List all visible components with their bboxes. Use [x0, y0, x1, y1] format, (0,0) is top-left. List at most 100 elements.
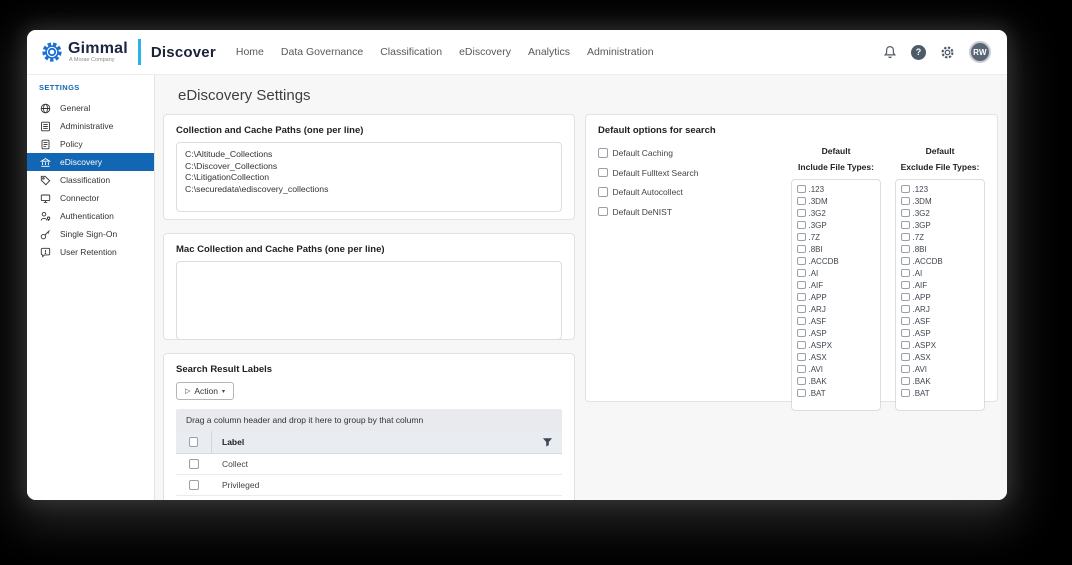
nav-item[interactable]: Analytics: [528, 46, 570, 58]
table-row[interactable]: Responsive: [176, 496, 562, 500]
file-type-checkbox[interactable]: [901, 377, 910, 386]
file-type-checkbox[interactable]: [797, 353, 806, 362]
file-type-checkbox[interactable]: [797, 209, 806, 218]
file-type-checkbox[interactable]: [901, 389, 910, 398]
nav-item[interactable]: Data Governance: [281, 46, 363, 58]
file-type-checkbox[interactable]: [901, 185, 910, 194]
file-type-checkbox[interactable]: [797, 365, 806, 374]
file-type-item: .ASPX: [896, 339, 984, 351]
mac-collection-paths-textarea[interactable]: [176, 261, 562, 340]
file-type-checkbox[interactable]: [901, 269, 910, 278]
include-file-types-list[interactable]: .123 .3DM: [791, 179, 881, 411]
file-type-checkbox[interactable]: [901, 305, 910, 314]
sidebar-item-authentication[interactable]: Authentication: [27, 207, 154, 225]
file-type-checkbox[interactable]: [797, 389, 806, 398]
sidebar-item-single-sign-on[interactable]: Single Sign-On: [27, 225, 154, 243]
nav-item[interactable]: Classification: [380, 46, 442, 58]
notifications-bell-icon[interactable]: [883, 45, 897, 60]
file-type-checkbox[interactable]: [901, 197, 910, 206]
globe-icon: [40, 103, 51, 114]
default-option-checkbox[interactable]: [598, 187, 608, 197]
file-type-item: .3GP: [896, 219, 984, 231]
row-checkbox[interactable]: [189, 480, 199, 490]
nav-item[interactable]: Home: [236, 46, 264, 58]
file-type-checkbox[interactable]: [797, 269, 806, 278]
file-type-checkbox[interactable]: [901, 293, 910, 302]
table-row[interactable]: Collect: [176, 454, 562, 475]
file-type-checkbox[interactable]: [901, 353, 910, 362]
file-type-checkbox[interactable]: [901, 233, 910, 242]
file-type-checkbox[interactable]: [901, 221, 910, 230]
filter-funnel-icon[interactable]: [542, 437, 553, 448]
sidebar-item-label: eDiscovery: [60, 157, 102, 167]
file-type-label: .7Z: [913, 233, 925, 242]
exclude-file-types-list[interactable]: .123 .3DM: [895, 179, 985, 411]
sidebar-item-label: Classification: [60, 175, 110, 185]
file-type-item: .ASP: [792, 327, 880, 339]
file-type-checkbox[interactable]: [797, 341, 806, 350]
product-name: Discover: [151, 44, 216, 61]
file-type-checkbox[interactable]: [797, 197, 806, 206]
brand-separator: [138, 39, 141, 65]
file-type-checkbox[interactable]: [901, 317, 910, 326]
default-option-row: Default Fulltext Search: [598, 168, 791, 178]
file-type-item: .3DM: [792, 195, 880, 207]
sidebar-item-administrative[interactable]: Administrative: [27, 117, 154, 135]
file-type-item: .8BI: [792, 243, 880, 255]
file-type-checkbox[interactable]: [797, 185, 806, 194]
table-row[interactable]: Privileged: [176, 475, 562, 496]
file-type-checkbox[interactable]: [797, 329, 806, 338]
help-icon[interactable]: ?: [911, 45, 926, 60]
file-type-item: .ASF: [792, 315, 880, 327]
select-all-checkbox[interactable]: [189, 437, 199, 447]
file-type-label: .ASPX: [913, 341, 937, 350]
row-checkbox[interactable]: [189, 459, 199, 469]
document-icon: [40, 139, 51, 150]
file-type-checkbox[interactable]: [901, 281, 910, 290]
file-type-checkbox[interactable]: [797, 305, 806, 314]
sidebar-item-policy[interactable]: Policy: [27, 135, 154, 153]
label-column-header: Label: [212, 437, 542, 447]
default-option-checkbox[interactable]: [598, 148, 608, 158]
sidebar-item-general[interactable]: General: [27, 99, 154, 117]
collection-paths-textarea[interactable]: C:\Altitude_Collections C:\Discover_Coll…: [176, 142, 562, 212]
file-type-label: .ASF: [809, 317, 827, 326]
default-option-checkbox[interactable]: [598, 168, 608, 178]
sidebar-item-user-retention[interactable]: User Retention: [27, 243, 154, 261]
file-type-checkbox[interactable]: [901, 257, 910, 266]
file-type-label: .BAT: [913, 389, 930, 398]
file-type-label: .APP: [913, 293, 931, 302]
file-type-checkbox[interactable]: [797, 377, 806, 386]
main-content: eDiscovery Settings Collection and Cache…: [155, 75, 1007, 500]
search-result-labels-title: Search Result Labels: [176, 364, 562, 375]
file-type-checkbox[interactable]: [797, 233, 806, 242]
file-type-checkbox[interactable]: [901, 365, 910, 374]
file-type-item: .ASF: [896, 315, 984, 327]
sidebar-item-ediscovery[interactable]: eDiscovery: [27, 153, 154, 171]
file-type-checkbox[interactable]: [797, 245, 806, 254]
nav-item[interactable]: Administration: [587, 46, 654, 58]
sidebar-item-connector[interactable]: Connector: [27, 189, 154, 207]
file-type-checkbox[interactable]: [901, 341, 910, 350]
brand-logo: Gimmal A Morae Company Discover: [41, 39, 216, 65]
file-type-checkbox[interactable]: [797, 281, 806, 290]
file-type-item: .AVI: [896, 363, 984, 375]
nav-item[interactable]: eDiscovery: [459, 46, 511, 58]
file-type-checkbox[interactable]: [797, 317, 806, 326]
file-type-checkbox[interactable]: [901, 245, 910, 254]
file-type-checkbox[interactable]: [901, 329, 910, 338]
action-button[interactable]: ▷ Action ▾: [176, 382, 234, 400]
file-type-label: .3GP: [809, 221, 827, 230]
group-drop-zone[interactable]: Drag a column header and drop it here to…: [176, 409, 562, 431]
exclude-header-line2: Exclude File Types:: [895, 162, 985, 172]
default-option-checkbox[interactable]: [598, 207, 608, 217]
file-type-checkbox[interactable]: [797, 221, 806, 230]
file-type-checkbox[interactable]: [901, 209, 910, 218]
sidebar-item-label: Administrative: [60, 121, 113, 131]
settings-gear-icon[interactable]: [940, 45, 955, 60]
file-type-checkbox[interactable]: [797, 293, 806, 302]
file-type-checkbox[interactable]: [797, 257, 806, 266]
user-avatar[interactable]: RW: [969, 41, 991, 63]
brand-tagline: A Morae Company: [69, 58, 128, 64]
sidebar-item-classification[interactable]: Classification: [27, 171, 154, 189]
